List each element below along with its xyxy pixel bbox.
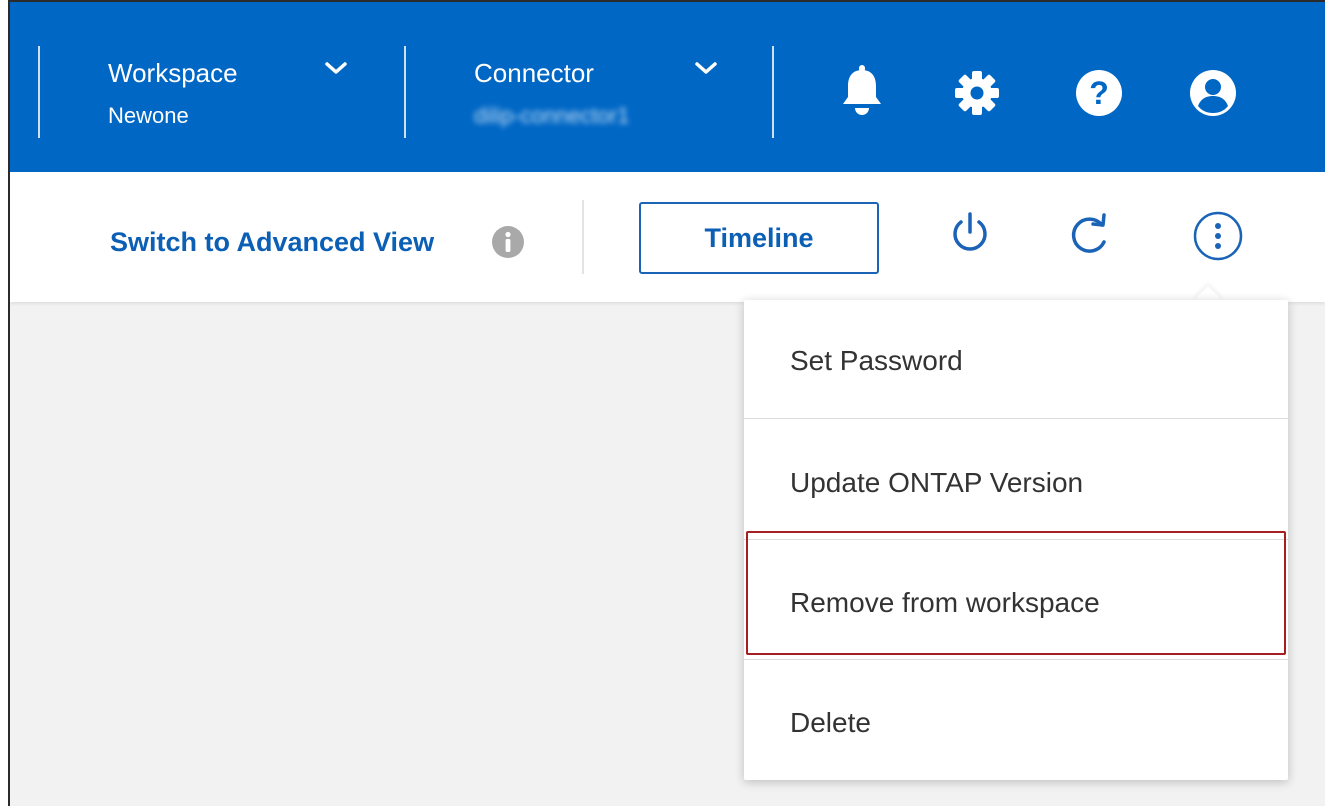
connector-selector[interactable]: Connector dilip-connector1 bbox=[474, 58, 724, 130]
switch-advanced-view-link[interactable]: Switch to Advanced View bbox=[110, 222, 434, 262]
workspace-title: Workspace bbox=[108, 58, 238, 88]
chevron-down-icon[interactable] bbox=[693, 60, 719, 78]
bell-icon[interactable] bbox=[840, 64, 884, 120]
user-icon[interactable] bbox=[1188, 68, 1238, 118]
highlight-box bbox=[746, 531, 1286, 655]
working-environment-toolbar: Switch to Advanced View Timeline bbox=[10, 172, 1325, 302]
header-divider bbox=[404, 46, 406, 138]
timeline-button[interactable]: Timeline bbox=[639, 202, 879, 274]
info-icon[interactable] bbox=[490, 224, 526, 260]
header-divider bbox=[38, 46, 40, 138]
menu-item-set-password[interactable]: Set Password bbox=[744, 338, 1288, 384]
gear-icon[interactable] bbox=[954, 70, 1000, 116]
workspace-value: Newone bbox=[108, 103, 189, 128]
menu-divider bbox=[744, 418, 1288, 419]
workspace-selector[interactable]: Workspace Newone bbox=[108, 58, 358, 130]
header-divider bbox=[772, 46, 774, 138]
connector-value: dilip-connector1 bbox=[474, 103, 630, 128]
connector-title: Connector bbox=[474, 58, 594, 88]
menu-divider bbox=[744, 659, 1288, 660]
menu-item-update-ontap-version[interactable]: Update ONTAP Version bbox=[744, 460, 1288, 506]
menu-item-delete[interactable]: Delete bbox=[744, 700, 1288, 746]
app-frame: Workspace Newone Connector dilip-connect… bbox=[8, 0, 1325, 806]
chevron-down-icon[interactable] bbox=[323, 60, 349, 78]
help-icon[interactable]: ? bbox=[1074, 68, 1124, 118]
top-header-bar: Workspace Newone Connector dilip-connect… bbox=[10, 2, 1325, 172]
power-icon[interactable] bbox=[948, 210, 992, 258]
toolbar-divider bbox=[582, 200, 584, 274]
svg-text:?: ? bbox=[1089, 75, 1109, 111]
more-vertical-icon[interactable] bbox=[1192, 210, 1244, 262]
refresh-icon[interactable] bbox=[1066, 212, 1114, 260]
